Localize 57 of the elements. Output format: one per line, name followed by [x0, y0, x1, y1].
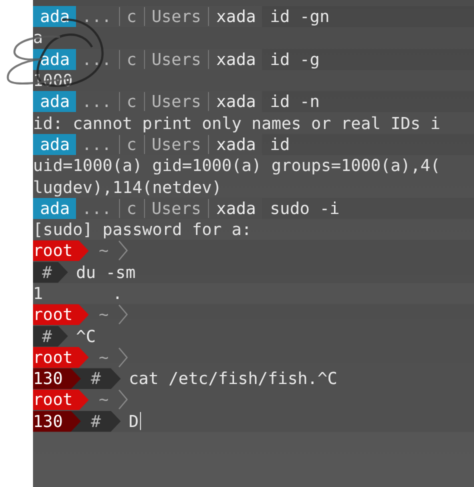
path-part: ... — [82, 50, 112, 69]
path-part: ... — [82, 92, 112, 112]
command-text: id -g — [270, 50, 320, 69]
user-badge: ada — [33, 91, 76, 112]
command-text: du -sm — [76, 262, 136, 282]
prompt-symbol: # — [33, 326, 68, 347]
command-text: cat /etc/fish/fish.^C — [128, 369, 338, 388]
path-part: c — [126, 50, 137, 69]
command-text: sudo -i — [270, 198, 340, 218]
chevron-icon — [116, 240, 129, 262]
command-text: id — [270, 134, 290, 154]
command-text: id -n — [270, 92, 320, 112]
output-text: 1000 — [33, 71, 73, 90]
root-badge: root — [33, 389, 89, 410]
command-text: ^C — [76, 326, 96, 346]
path-part: xada — [216, 50, 256, 69]
output-text: lugdev),114(netdev) — [33, 178, 222, 197]
path-part: c — [126, 198, 137, 218]
exit-status-badge: 130 — [33, 368, 81, 390]
directory-text: ~ — [98, 305, 109, 324]
path-part: Users — [152, 50, 202, 69]
chevron-icon — [116, 346, 129, 368]
path-part: Users — [152, 92, 202, 112]
user-badge: ada — [33, 6, 76, 28]
path-part: c — [126, 134, 137, 154]
prompt-symbol: # — [33, 262, 68, 283]
command-text: id -gn — [270, 7, 330, 26]
path-part: ... — [82, 7, 112, 26]
path-part: xada — [216, 198, 256, 218]
output-text: uid=1000(a) gid=1000(a) groups=1000(a),4( — [33, 156, 440, 176]
root-badge: root — [33, 304, 89, 326]
user-badge: ada — [33, 48, 76, 70]
chevron-icon — [116, 304, 129, 326]
user-badge: ada — [33, 134, 76, 155]
output-text: 1 . — [33, 284, 122, 303]
exit-status-badge: 130 — [33, 410, 81, 432]
command-text: D — [128, 412, 142, 431]
path-part: xada — [216, 134, 256, 154]
path-part: c — [126, 7, 137, 26]
output-text: a — [33, 28, 43, 48]
output-text: id: cannot print only names or real IDs i — [33, 114, 440, 133]
path-part: Users — [152, 7, 202, 26]
chevron-icon — [116, 389, 129, 410]
root-badge: root — [33, 240, 89, 262]
directory-text: ~ — [98, 241, 109, 260]
path-part: Users — [152, 134, 202, 154]
path-part: ... — [82, 198, 112, 218]
path-part: c — [126, 92, 137, 112]
path-part: xada — [216, 92, 256, 112]
path-part: ... — [82, 134, 112, 154]
path-part: Users — [152, 198, 202, 218]
directory-text: ~ — [98, 390, 109, 410]
path-part: xada — [216, 7, 256, 26]
directory-text: ~ — [98, 348, 109, 367]
user-badge: ada — [33, 198, 76, 219]
root-badge: root — [33, 346, 89, 368]
output-text: [sudo] password for a: — [33, 220, 252, 240]
